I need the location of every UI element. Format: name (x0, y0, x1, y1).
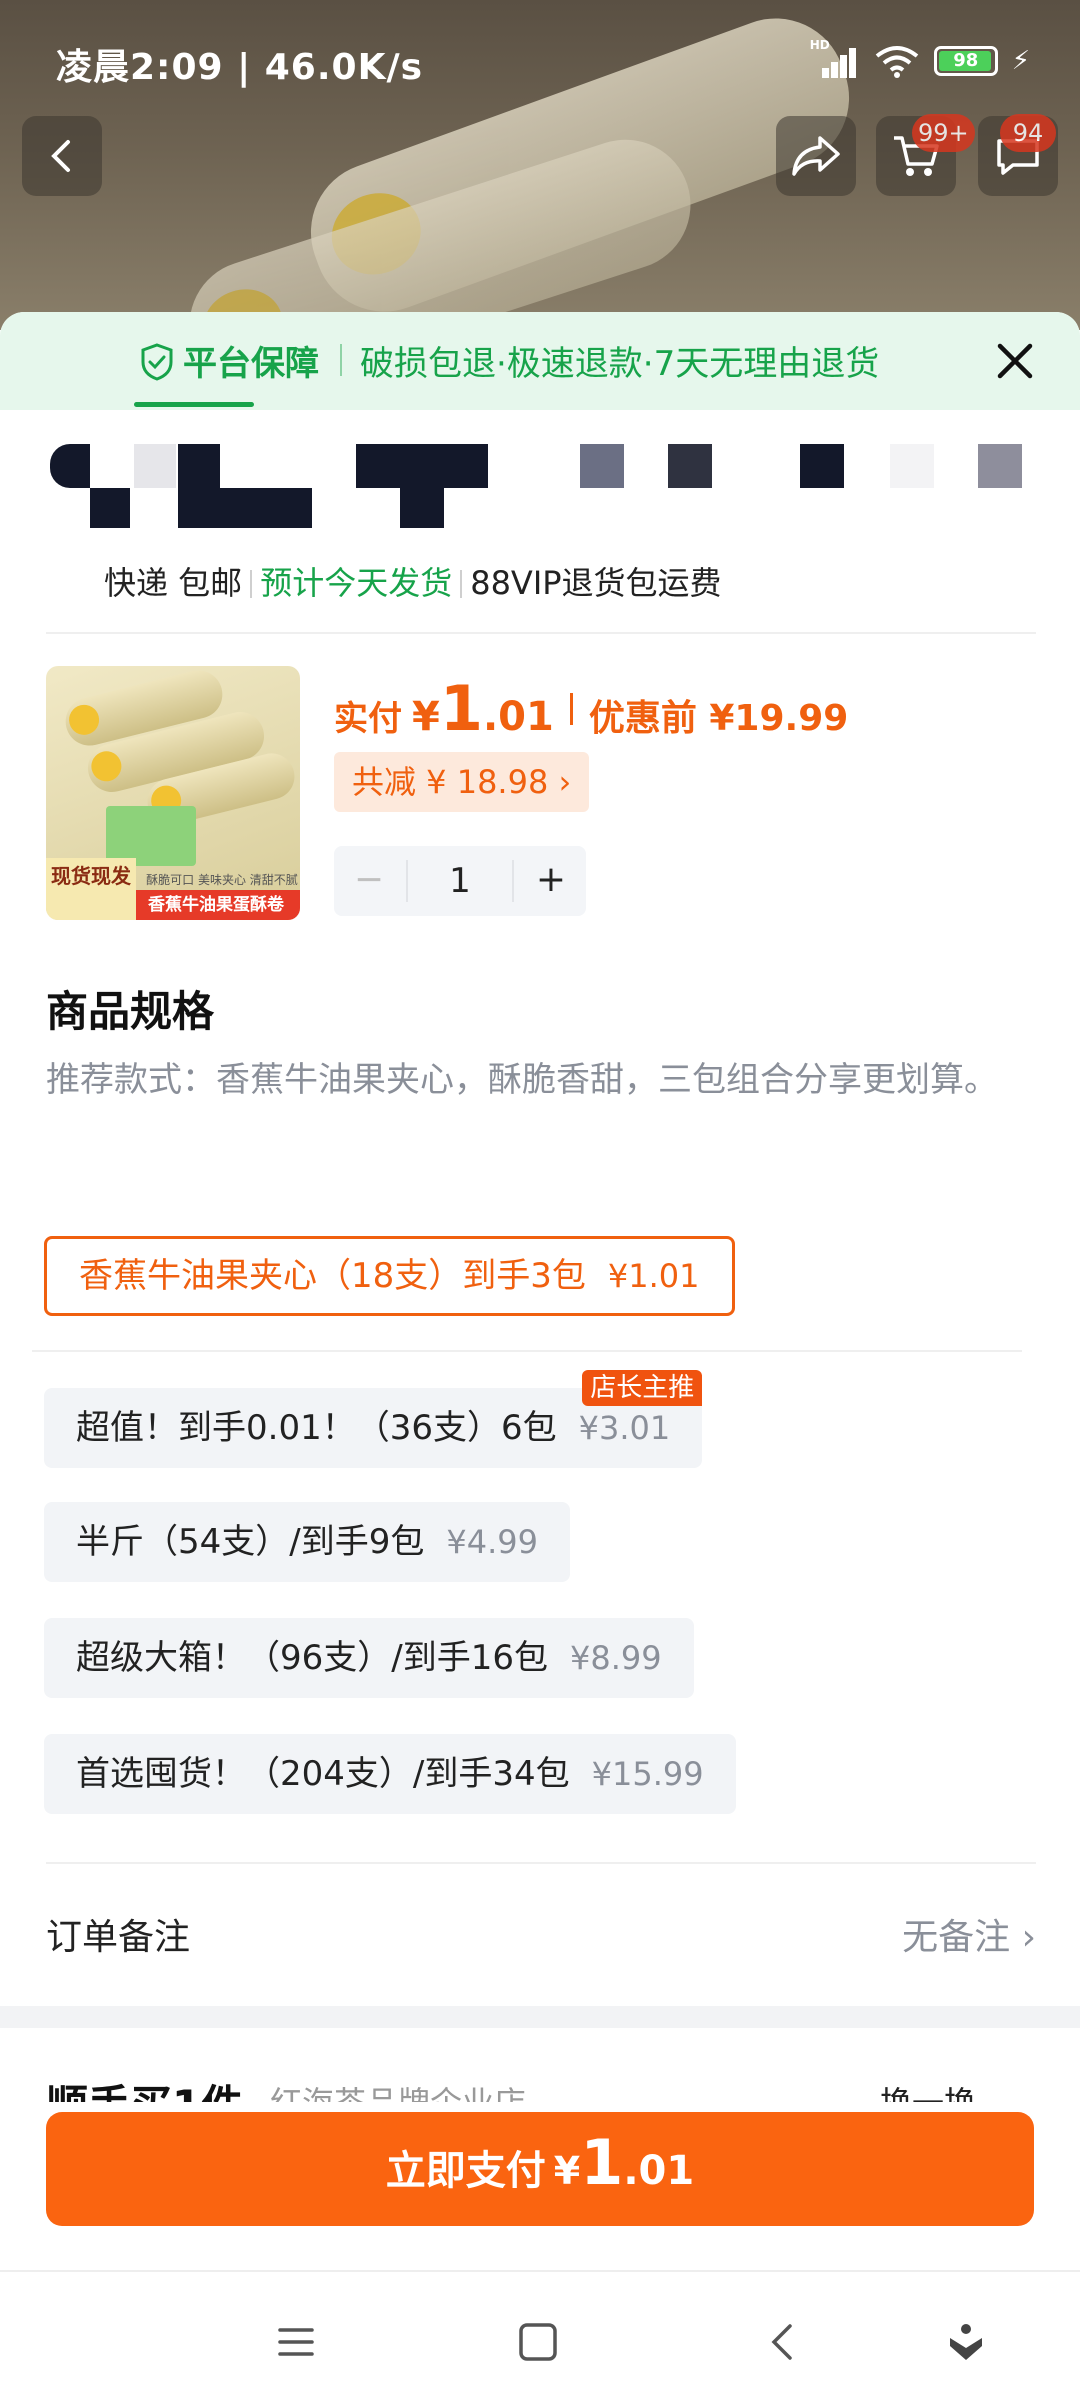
order-note-label: 订单备注 (46, 1917, 191, 1958)
close-icon[interactable] (990, 336, 1040, 386)
shipping-info: 快递 包邮 预计今天发货 88VIP退货包运费 (104, 558, 722, 604)
pay-decimal: .01 (623, 2148, 695, 2194)
option-label: 超级大箱！（96支）/到手16包 (76, 1638, 548, 1678)
pay-label: 立即支付 (385, 2148, 546, 2194)
spec-option-selected[interactable]: 香蕉牛油果夹心（18支）到手3包 ¥1.01 (44, 1236, 735, 1316)
guarantee-divider (340, 344, 342, 376)
spec-option[interactable]: 半斤（54支）/到手9包 ¥4.99 (44, 1502, 570, 1582)
guarantee-banner[interactable]: 平台保障 破损包退·极速退款·7天无理由退货 (0, 312, 1080, 410)
message-badge: 94 (1000, 114, 1056, 152)
price-currency: ¥ (412, 694, 440, 740)
spec-option[interactable]: 超值！到手0.01！（36支）6包 ¥3.01 店长主推 (44, 1370, 703, 1468)
quantity-value[interactable]: 1 (406, 860, 514, 902)
spec-description: 推荐款式：香蕉牛油果夹心，酥脆香甜，三包组合分享更划算。 (46, 1060, 998, 1100)
assistant-icon[interactable] (936, 2312, 996, 2372)
home-icon[interactable] (508, 2312, 568, 2372)
quantity-stepper: − 1 + (334, 846, 586, 916)
battery-level: 98 (953, 50, 979, 71)
thumb-stamp: 现货现发 (46, 858, 136, 920)
product-thumbnail[interactable]: 酥脆可口 美味夹心 清甜不腻 香蕉牛油果蛋酥卷 现货现发 (46, 666, 300, 920)
pay-now-button[interactable]: 立即支付 ¥ 1 .01 (46, 2112, 1034, 2226)
return-service: 88VIP退货包运费 (470, 564, 722, 602)
discount-button[interactable]: 共减 ¥ 18.98 › (334, 752, 590, 812)
divider (32, 1350, 1022, 1352)
price-label: 实付 (334, 699, 402, 739)
status-bar: 凌晨2:09 | 46.0K/s HD 98 ⚡ (0, 0, 1080, 120)
status-time: 凌晨2:09 | 46.0K/s (56, 47, 424, 88)
system-navigation-bar (0, 2270, 1080, 2402)
increase-button[interactable]: + (516, 846, 586, 916)
order-note-value: 无备注 › (902, 1917, 1036, 1958)
pay-currency: ¥ (553, 2149, 581, 2193)
signal-icon: HD (810, 38, 860, 78)
guarantee-underline (134, 402, 254, 407)
guarantee-title: 平台保障 (183, 344, 319, 384)
checkout-sheet: 平台保障 破损包退·极速退款·7天无理由退货 快递 包邮 预计今天发货 88VIP退… (0, 312, 1080, 2270)
share-button[interactable] (776, 116, 856, 196)
shield-check-icon (141, 343, 173, 381)
cart-badge: 99+ (912, 114, 975, 152)
back-button[interactable] (22, 116, 102, 196)
option-label: 半斤（54支）/到手9包 (76, 1522, 425, 1562)
section-gap (0, 2006, 1080, 2028)
thumb-caption: 酥脆可口 美味夹心 清甜不腻 (146, 873, 298, 887)
message-button[interactable]: 94 (978, 114, 1058, 196)
guarantee-text: 破损包退·极速退款·7天无理由退货 (360, 344, 880, 384)
spec-option[interactable]: 首选囤货！（204支）/到手34包 ¥15.99 (44, 1734, 736, 1814)
chevron-left-icon (51, 140, 70, 172)
option-price: ¥1.01 (607, 1257, 700, 1295)
option-price: ¥4.99 (446, 1523, 538, 1561)
price-decimal: .01 (482, 694, 554, 740)
spec-title: 商品规格 (46, 987, 215, 1036)
option-label: 首选囤货！（204支）/到手34包 (76, 1754, 570, 1794)
decrease-button[interactable]: − (334, 846, 404, 916)
thumb-banner: 香蕉牛油果蛋酥卷 (132, 890, 300, 920)
cart-button[interactable]: 99+ (876, 114, 975, 196)
option-price: ¥3.01 (578, 1409, 671, 1447)
menu-icon[interactable] (266, 2312, 326, 2372)
spec-option[interactable]: 超级大箱！（96支）/到手16包 ¥8.99 (44, 1618, 694, 1698)
pay-integer: 1 (580, 2126, 624, 2199)
divider (46, 632, 1036, 634)
price-integer: 1 (439, 672, 483, 745)
back-icon[interactable] (754, 2312, 814, 2372)
option-label: 超值！到手0.01！（36支）6包 (76, 1408, 557, 1448)
shipping-method: 快递 包邮 (104, 564, 243, 602)
original-price: 优惠前 ¥19.99 (588, 698, 849, 739)
addon-section-header: 顺手买1件 红海茶品牌企业店 换一换 (46, 2062, 1036, 2102)
share-icon (792, 136, 840, 176)
battery-icon: 98 (933, 46, 998, 76)
option-price: ¥15.99 (591, 1755, 704, 1793)
option-price: ¥8.99 (569, 1639, 662, 1677)
status-icons: HD 98 ⚡ (810, 38, 1030, 78)
charging-icon: ⚡ (1011, 46, 1030, 76)
option-label: 香蕉牛油果夹心（18支）到手3包 (79, 1256, 586, 1296)
recommend-badge: 店长主推 (582, 1370, 703, 1406)
wifi-icon (875, 46, 918, 78)
divider (46, 1862, 1036, 1864)
refresh-button[interactable]: 换一换 (880, 2078, 976, 2102)
addon-shop: 红海茶品牌企业店 (270, 2078, 526, 2102)
shipping-promise: 预计今天发货 (260, 564, 453, 602)
order-note-row[interactable]: 订单备注 无备注 › (46, 1908, 1036, 1968)
price-row: 实付 ¥ 1 .01 优惠前 ¥19.99 (334, 672, 848, 745)
addon-title: 顺手买1件 (46, 2072, 243, 2102)
